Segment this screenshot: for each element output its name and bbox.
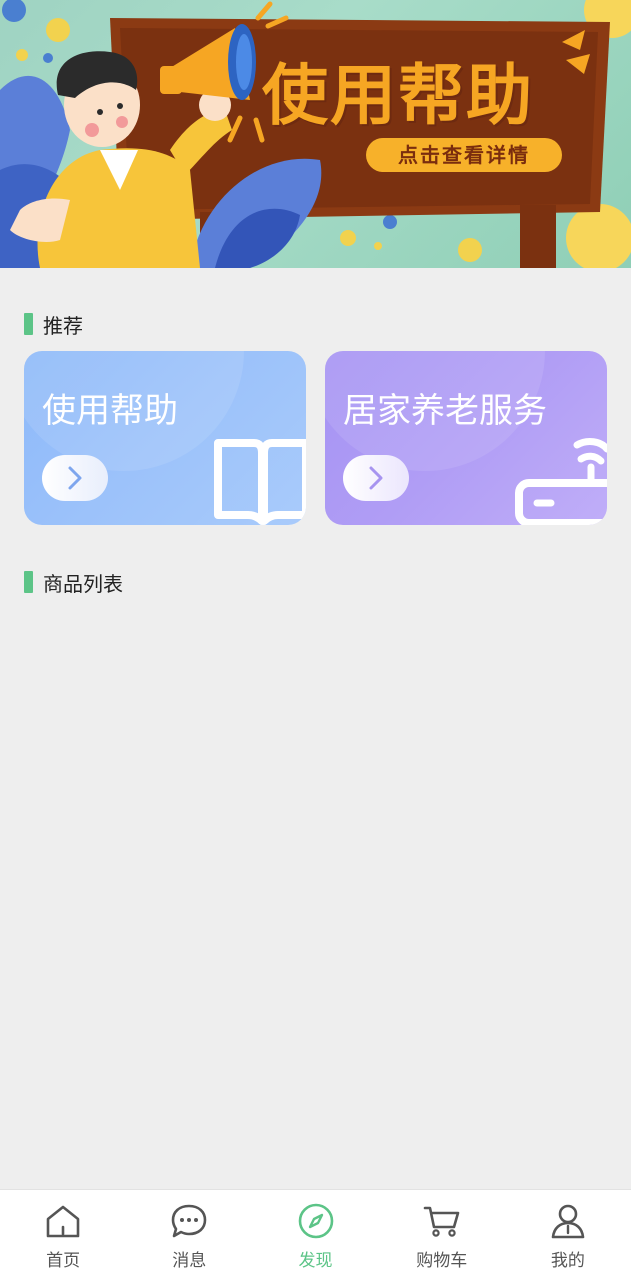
cart-icon — [422, 1201, 462, 1241]
book-icon — [214, 439, 306, 525]
help-card[interactable]: 使用帮助 — [24, 351, 306, 525]
home-icon — [43, 1201, 83, 1241]
recommend-section-title: 推荐 — [43, 315, 83, 338]
tab-cart[interactable]: 购物车 — [379, 1190, 505, 1280]
banner-details-button[interactable]: 点击查看详情 — [366, 138, 562, 172]
tab-profile[interactable]: 我的 — [505, 1190, 631, 1280]
user-icon — [548, 1201, 588, 1241]
tab-profile-label: 我的 — [550, 1251, 585, 1270]
tab-discover[interactable]: 发现 — [252, 1190, 378, 1280]
router-icon — [515, 438, 607, 525]
products-section-header: 商品列表 — [24, 570, 123, 596]
tab-messages[interactable]: 消息 — [126, 1190, 252, 1280]
chat-icon — [169, 1201, 209, 1241]
chevron-right-icon — [369, 466, 383, 490]
section-accent-bar — [24, 571, 33, 593]
help-card-title: 使用帮助 — [42, 392, 178, 430]
chevron-right-icon — [68, 466, 82, 490]
elder-care-card-arrow-button[interactable] — [343, 455, 409, 501]
tab-discover-label: 发现 — [298, 1251, 333, 1270]
section-accent-bar — [24, 313, 33, 335]
recommend-section-header: 推荐 — [24, 312, 83, 338]
banner-title: 使用帮助 — [262, 57, 534, 134]
help-card-arrow-button[interactable] — [42, 455, 108, 501]
tab-cart-label: 购物车 — [416, 1251, 468, 1270]
tab-messages-label: 消息 — [172, 1251, 207, 1270]
help-banner[interactable]: 使用帮助 点击查看详情 — [0, 0, 631, 268]
bottom-tab-bar: 首页 消息 发现 购物车 我的 — [0, 1189, 631, 1280]
compass-icon — [296, 1201, 336, 1241]
products-section-title: 商品列表 — [43, 573, 123, 596]
tab-home[interactable]: 首页 — [0, 1190, 126, 1280]
tab-home-label: 首页 — [46, 1251, 81, 1270]
elder-care-card[interactable]: 居家养老服务 — [325, 351, 607, 525]
